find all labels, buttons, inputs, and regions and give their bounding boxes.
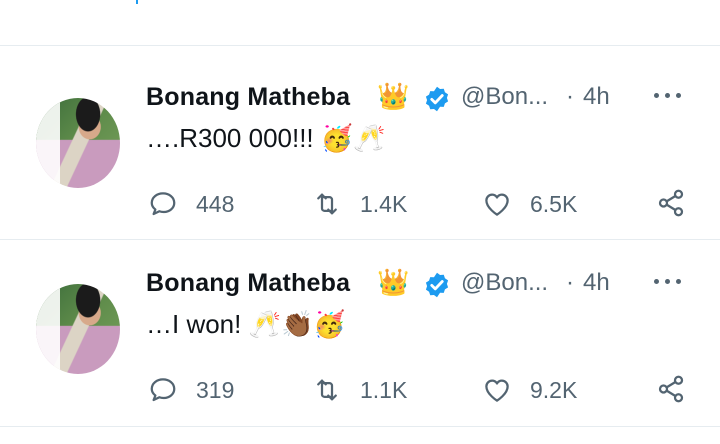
tweet-actions: 319 1.1K 9.2K — [0, 370, 720, 410]
like-count: 6.5K — [530, 190, 578, 217]
author-name[interactable]: Bonang Matheba — [146, 269, 350, 298]
heart-icon — [485, 379, 509, 402]
tweet-text: …I won! 🥂👏🏾🥳 — [146, 309, 346, 340]
like-button[interactable]: 6.5K — [482, 184, 577, 224]
tweet-text-emoji: 🥳🥂 — [320, 124, 386, 154]
thread-line — [136, 0, 138, 4]
tweet-text-emoji: 🥂👏🏾🥳 — [248, 310, 346, 340]
tweet[interactable]: Bonang Matheba 👑 @Bon... · 4h …I won! 🥂👏… — [0, 258, 720, 444]
retweet-icon — [317, 379, 337, 401]
tweet-text-body: ….R300 000!!! — [146, 123, 314, 153]
retweet-button[interactable]: 1.1K — [312, 370, 407, 410]
retweet-count: 1.4K — [360, 190, 408, 217]
avatar[interactable] — [36, 98, 120, 188]
separator-dot: · — [566, 83, 574, 110]
verified-badge-icon — [425, 272, 449, 298]
tweet-actions: 448 1.4K 6.5K — [0, 184, 720, 224]
reply-icon — [150, 378, 176, 402]
timestamp[interactable]: 4h — [583, 269, 610, 297]
author-name[interactable]: Bonang Matheba — [146, 83, 350, 112]
separator-dot: · — [566, 269, 574, 296]
share-icon[interactable] — [656, 188, 686, 218]
like-count: 9.2K — [530, 376, 578, 403]
avatar[interactable] — [36, 284, 120, 374]
author-handle[interactable]: @Bon... — [461, 269, 548, 297]
like-button[interactable]: 9.2K — [482, 370, 577, 410]
tweet-text: ….R300 000!!! 🥳🥂 — [146, 123, 386, 154]
heart-icon — [485, 193, 509, 216]
verified-badge-icon — [425, 86, 449, 112]
tweet[interactable]: Bonang Matheba 👑 @Bon... · 4h ….R300 000… — [0, 72, 720, 258]
retweet-count: 1.1K — [360, 376, 408, 403]
tweet-text-body: …I won! — [146, 309, 242, 339]
reply-button[interactable]: 319 — [148, 370, 234, 410]
share-icon[interactable] — [656, 374, 686, 404]
retweet-icon — [317, 193, 337, 215]
crown-emoji: 👑 — [377, 82, 410, 112]
timestamp[interactable]: 4h — [583, 83, 610, 111]
reply-icon — [150, 192, 176, 216]
divider — [0, 426, 720, 427]
divider — [0, 45, 720, 46]
reply-count: 319 — [196, 376, 235, 403]
reply-button[interactable]: 448 — [148, 184, 234, 224]
retweet-button[interactable]: 1.4K — [312, 184, 407, 224]
crown-emoji: 👑 — [377, 268, 410, 298]
reply-count: 448 — [196, 190, 235, 217]
more-options-icon[interactable] — [654, 276, 684, 286]
divider — [0, 239, 720, 240]
more-options-icon[interactable] — [654, 90, 684, 100]
author-handle[interactable]: @Bon... — [461, 83, 548, 111]
